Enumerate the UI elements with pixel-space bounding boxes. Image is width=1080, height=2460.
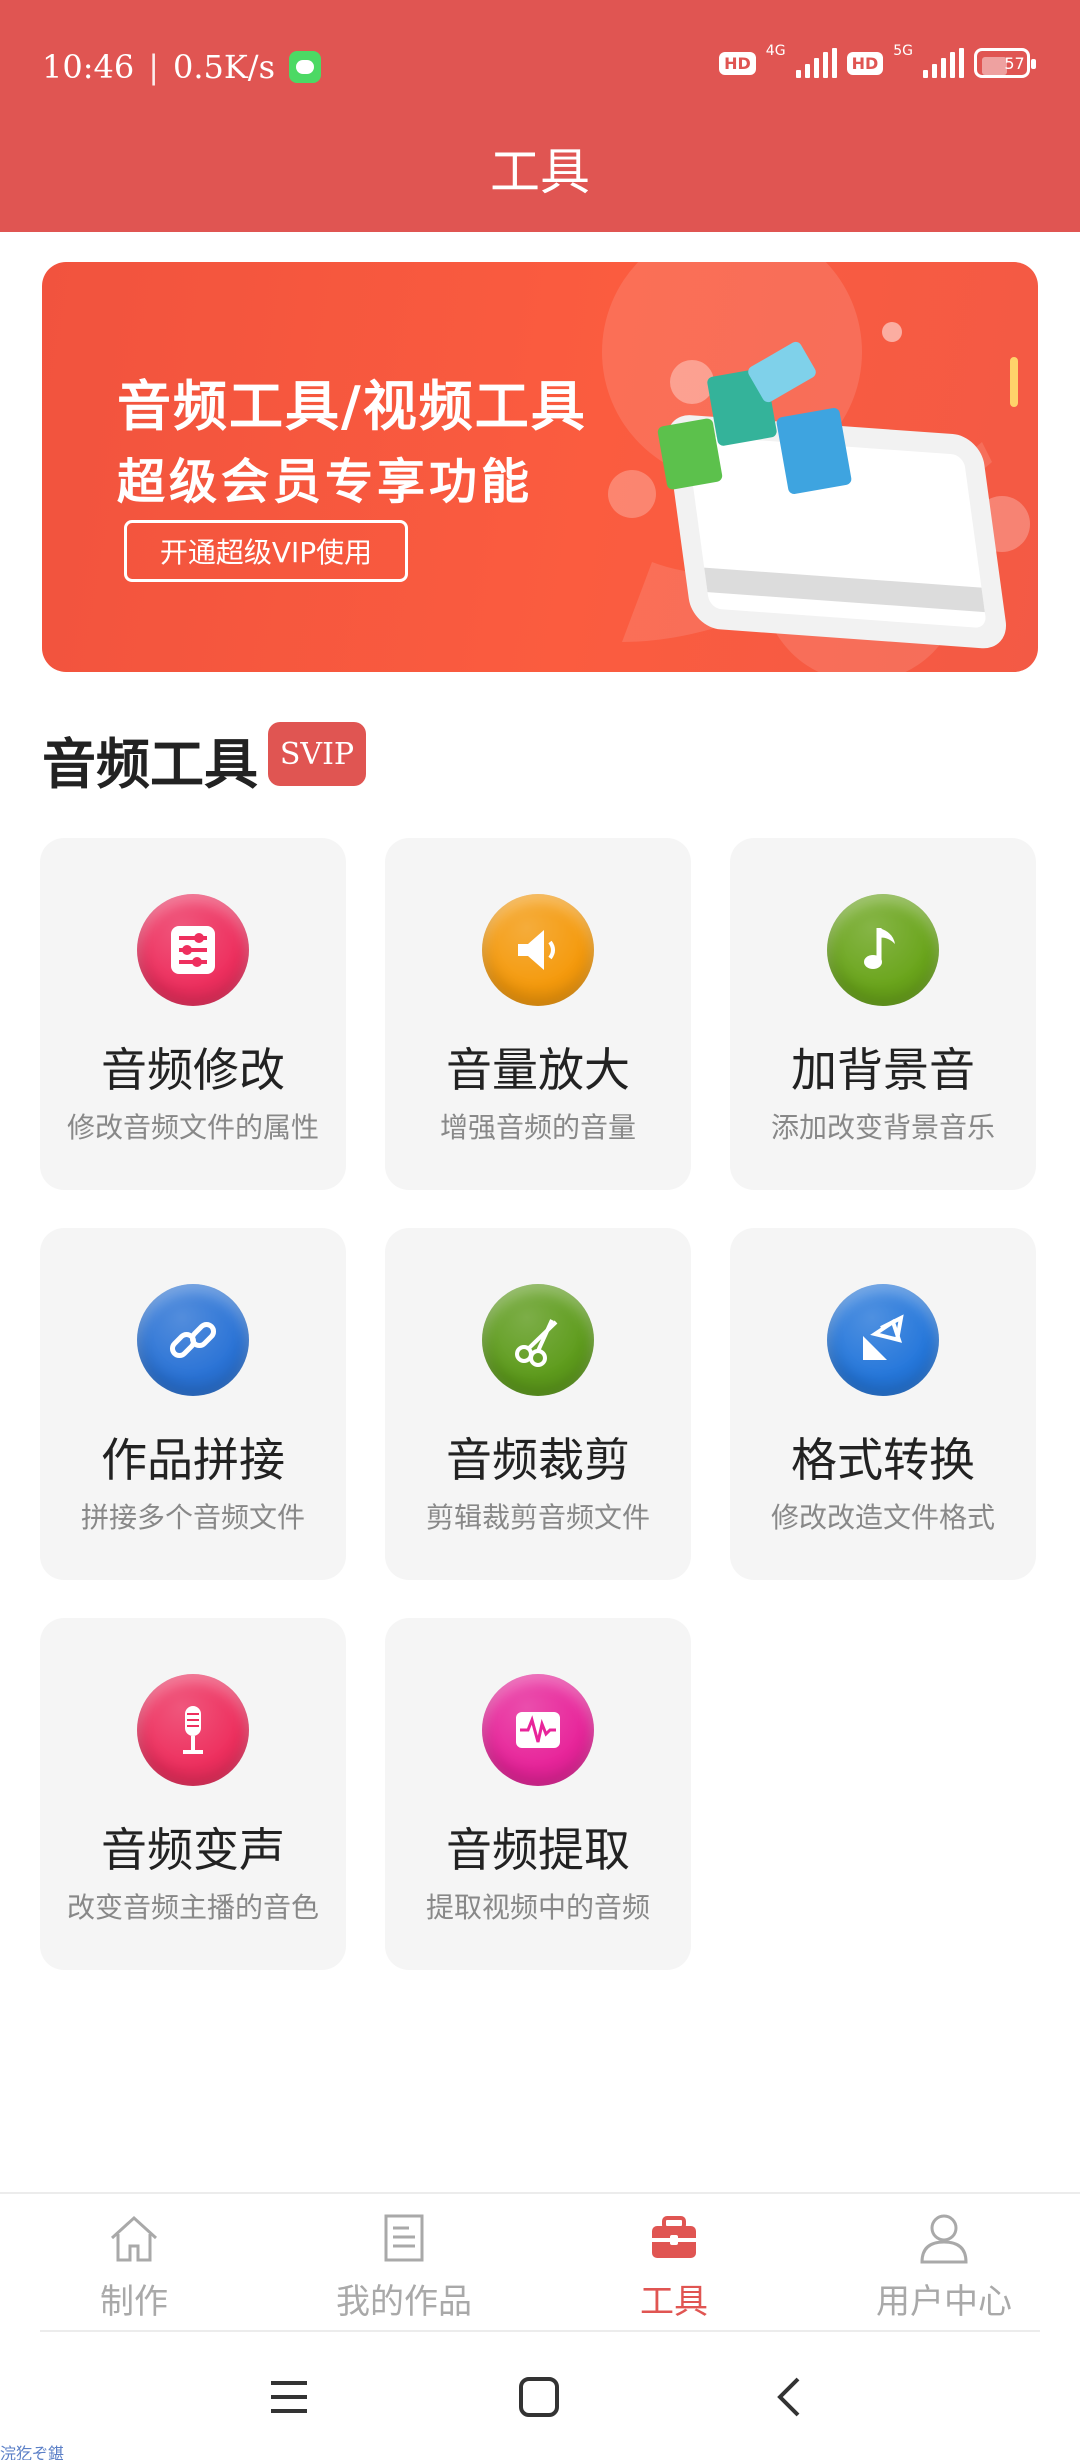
hd-badge-2: HD xyxy=(846,51,884,75)
app-header: 10:46 | 0.5K/s HD 4G HD 5G 57 工具 xyxy=(0,0,1080,232)
tool-desc: 改变音频主播的音色 xyxy=(66,1891,319,1924)
tab-label-tools: 工具 xyxy=(640,2282,708,2322)
battery-level: 57 xyxy=(1004,53,1025,73)
user-icon xyxy=(916,2210,972,2266)
tool-name: 音量放大 xyxy=(446,1043,630,1097)
tool-name: 音频提取 xyxy=(446,1823,630,1877)
svip-promo-banner[interactable]: 音频工具/视频工具 超级会员专享功能 开通超级VIP使用 xyxy=(42,262,1038,672)
tool-desc: 添加改变背景音乐 xyxy=(770,1111,995,1144)
tabbar-divider xyxy=(40,2330,1040,2332)
signal-icon-1 xyxy=(795,48,837,78)
convert-arrows-icon xyxy=(827,1284,939,1396)
tab-my-works[interactable]: 我的作品 xyxy=(294,2210,514,2330)
document-icon xyxy=(376,2210,432,2266)
tool-name: 音频修改 xyxy=(101,1043,285,1097)
tool-name: 音频裁剪 xyxy=(446,1433,630,1487)
music-note-icon xyxy=(827,894,939,1006)
tool-desc: 增强音频的音量 xyxy=(439,1111,636,1144)
tab-label-my-works: 我的作品 xyxy=(336,2282,472,2322)
home-button-icon[interactable] xyxy=(504,2362,574,2432)
network-type-2: 5G xyxy=(893,43,913,59)
link-icon xyxy=(137,1284,249,1396)
tool-card[interactable]: 音频变声改变音频主播的音色 xyxy=(40,1618,346,1970)
tool-card[interactable]: 音量放大增强音频的音量 xyxy=(385,838,691,1190)
network-speed: 0.5K/s xyxy=(173,48,275,86)
tool-desc: 修改音频文件的属性 xyxy=(66,1111,319,1144)
microphone-icon xyxy=(137,1674,249,1786)
speaker-icon xyxy=(482,894,594,1006)
tool-desc: 修改改造文件格式 xyxy=(770,1501,995,1534)
tool-name: 作品拼接 xyxy=(101,1433,285,1487)
status-right: HD 4G HD 5G 57 xyxy=(719,43,1036,78)
tool-card[interactable]: 音频裁剪剪辑裁剪音频文件 xyxy=(385,1228,691,1580)
tool-desc: 剪辑裁剪音频文件 xyxy=(425,1501,650,1534)
signal-icon-2 xyxy=(923,48,964,78)
tool-name: 音频变声 xyxy=(101,1823,285,1877)
banner-title: 音频工具/视频工具 xyxy=(117,375,587,438)
scissors-icon xyxy=(482,1284,594,1396)
page-title: 工具 xyxy=(490,143,590,201)
tab-label-make: 制作 xyxy=(100,2282,168,2322)
battery-icon: 57 xyxy=(974,48,1036,78)
tool-desc: 拼接多个音频文件 xyxy=(80,1501,305,1534)
wechat-notification-icon xyxy=(289,51,321,83)
tab-tools[interactable]: 工具 xyxy=(564,2210,784,2330)
tool-desc: 提取视频中的音频 xyxy=(425,1891,650,1924)
tool-name: 格式转换 xyxy=(791,1433,975,1487)
tool-card[interactable]: 作品拼接拼接多个音频文件 xyxy=(40,1228,346,1580)
waveform-icon xyxy=(482,1674,594,1786)
tool-name: 加背景音 xyxy=(791,1043,975,1097)
status-time: 10:46 xyxy=(42,48,135,86)
tab-user-center[interactable]: 用户中心 xyxy=(834,2210,1054,2330)
tool-card[interactable]: 加背景音添加改变背景音乐 xyxy=(730,838,1036,1190)
tab-make[interactable]: 制作 xyxy=(24,2210,244,2330)
phone-illustration-icon xyxy=(608,322,1030,649)
watermark: 浣犵ぞ鍖 xyxy=(0,2444,65,2460)
section-title: 音频工具 xyxy=(42,733,258,796)
status-bar: 10:46 | 0.5K/s HD 4G HD 5G 57 xyxy=(0,0,1080,140)
tool-card[interactable]: 格式转换修改改造文件格式 xyxy=(730,1228,1036,1580)
menu-icon[interactable] xyxy=(254,2362,324,2432)
bottom-tab-bar: 制作 我的作品 工具 用户中心 xyxy=(0,2192,1080,2332)
network-type-1: 4G xyxy=(765,43,786,59)
home-icon xyxy=(106,2210,162,2266)
back-icon[interactable] xyxy=(754,2362,824,2432)
system-nav-bar xyxy=(0,2334,1080,2460)
tool-card[interactable]: 音频提取提取视频中的音频 xyxy=(385,1618,691,1970)
status-separator: | xyxy=(148,48,159,86)
toolbox-icon xyxy=(646,2210,702,2266)
tool-card[interactable]: 音频修改修改音频文件的属性 xyxy=(40,838,346,1190)
open-svip-button[interactable]: 开通超级VIP使用 xyxy=(124,520,408,582)
svip-badge: SVIP xyxy=(268,722,366,786)
tab-label-user-center: 用户中心 xyxy=(876,2282,1012,2322)
hd-badge-1: HD xyxy=(719,51,756,75)
sliders-icon xyxy=(137,894,249,1006)
banner-subtitle: 超级会员专享功能 xyxy=(117,454,534,510)
status-left: 10:46 | 0.5K/s xyxy=(42,48,321,86)
